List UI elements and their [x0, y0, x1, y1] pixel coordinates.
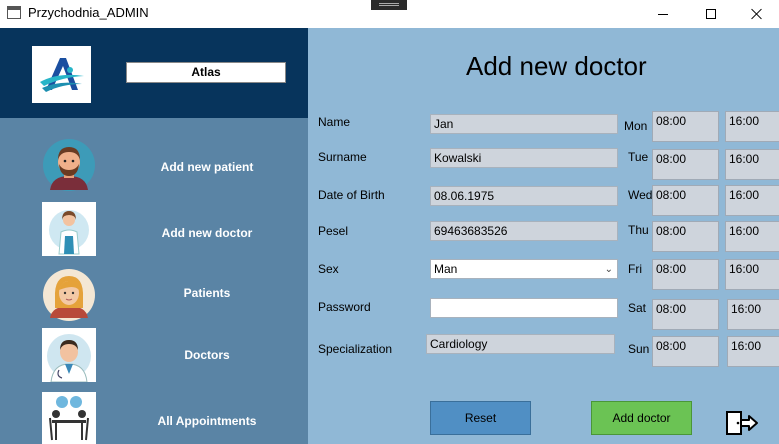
chevron-down-icon: ⌄ — [604, 264, 613, 275]
sidebar-item-add-new-patient[interactable]: Add new patient — [0, 136, 308, 192]
day-label-sat: Sat — [628, 301, 647, 315]
end-time-sat[interactable]: 16:00 — [727, 299, 779, 330]
clinic-name: Atlas — [126, 62, 286, 83]
end-time-wed[interactable]: 16:00 — [725, 185, 779, 216]
sidebar: Atlas Add new patient Add new doctor Pat… — [0, 28, 308, 444]
sex-dropdown[interactable]: Man ⌄ — [430, 259, 618, 279]
window-icon — [7, 6, 21, 19]
surname-label: Surname — [318, 150, 367, 164]
sidebar-item-doctors[interactable]: Doctors — [0, 326, 308, 382]
dob-field[interactable]: 08.06.1975 — [430, 186, 618, 206]
sidebar-item-add-new-doctor[interactable]: Add new doctor — [0, 200, 308, 256]
sidebar-item-patients[interactable]: Patients — [0, 266, 308, 322]
pesel-field[interactable]: 69463683526 — [430, 221, 618, 241]
title-bar: Przychodnia_ADMIN — [0, 0, 779, 28]
doctor-female-icon — [42, 202, 96, 256]
day-label-sun: Sun — [628, 342, 650, 356]
specialization-label: Specialization — [318, 342, 393, 356]
password-field[interactable] — [430, 298, 618, 318]
patient-female-avatar-icon — [43, 269, 95, 321]
sidebar-item-label: Add new patient — [160, 160, 254, 174]
end-time-tue[interactable]: 16:00 — [725, 149, 779, 180]
reset-button[interactable]: Reset — [430, 401, 531, 435]
snap-grip-handle[interactable] — [371, 0, 407, 10]
add-doctor-button[interactable]: Add doctor — [591, 401, 692, 435]
day-label-thu: Thu — [628, 223, 649, 237]
start-time-wed[interactable]: 08:00 — [652, 185, 719, 216]
end-time-mon[interactable]: 16:00 — [725, 111, 779, 142]
doctor-male-icon — [42, 328, 96, 382]
day-label-mon: Mon — [624, 119, 648, 133]
logout-door-icon[interactable] — [725, 408, 759, 438]
sex-dropdown-value: Man — [434, 262, 458, 276]
window-title: Przychodnia_ADMIN — [28, 5, 149, 20]
end-time-thu[interactable]: 16:00 — [725, 221, 779, 252]
sidebar-item-label: All Appointments — [157, 414, 257, 428]
start-time-sun[interactable]: 08:00 — [652, 336, 719, 367]
start-time-fri[interactable]: 08:00 — [652, 259, 719, 290]
surname-field[interactable]: Kowalski — [430, 148, 618, 168]
sidebar-item-label: Doctors — [184, 348, 230, 362]
pesel-label: Pesel — [318, 224, 349, 238]
end-time-fri[interactable]: 16:00 — [725, 259, 779, 290]
meeting-icon — [42, 392, 96, 444]
start-time-tue[interactable]: 08:00 — [652, 149, 719, 180]
start-time-mon[interactable]: 08:00 — [652, 111, 719, 142]
close-icon — [751, 8, 763, 20]
patient-avatar-icon — [43, 139, 95, 191]
password-label: Password — [318, 300, 371, 314]
end-time-sun[interactable]: 16:00 — [727, 336, 779, 367]
dob-label: Date of Birth — [318, 188, 385, 202]
minimize-button[interactable] — [640, 0, 686, 28]
day-label-fri: Fri — [628, 262, 642, 276]
name-field[interactable]: Jan — [430, 114, 618, 134]
minimize-icon — [658, 13, 668, 15]
day-label-tue: Tue — [628, 150, 649, 164]
start-time-sat[interactable]: 08:00 — [652, 299, 719, 330]
sex-label: Sex — [318, 262, 339, 276]
maximize-icon — [706, 9, 716, 19]
maximize-button[interactable] — [688, 0, 734, 28]
page-title: Add new doctor — [466, 51, 647, 81]
name-label: Name — [318, 115, 351, 129]
close-button[interactable] — [734, 0, 779, 28]
sidebar-item-all-appointments[interactable]: All Appointments — [0, 390, 308, 444]
specialization-field[interactable]: Cardiology — [426, 334, 615, 354]
day-label-wed: Wed — [628, 188, 653, 202]
main-panel: Add new doctor Name Surname Date of Birt… — [308, 28, 779, 444]
sidebar-header: Atlas — [0, 28, 308, 118]
atlas-logo — [32, 46, 91, 103]
start-time-thu[interactable]: 08:00 — [652, 221, 719, 252]
sidebar-item-label: Patients — [183, 286, 231, 300]
sidebar-item-label: Add new doctor — [161, 226, 253, 240]
